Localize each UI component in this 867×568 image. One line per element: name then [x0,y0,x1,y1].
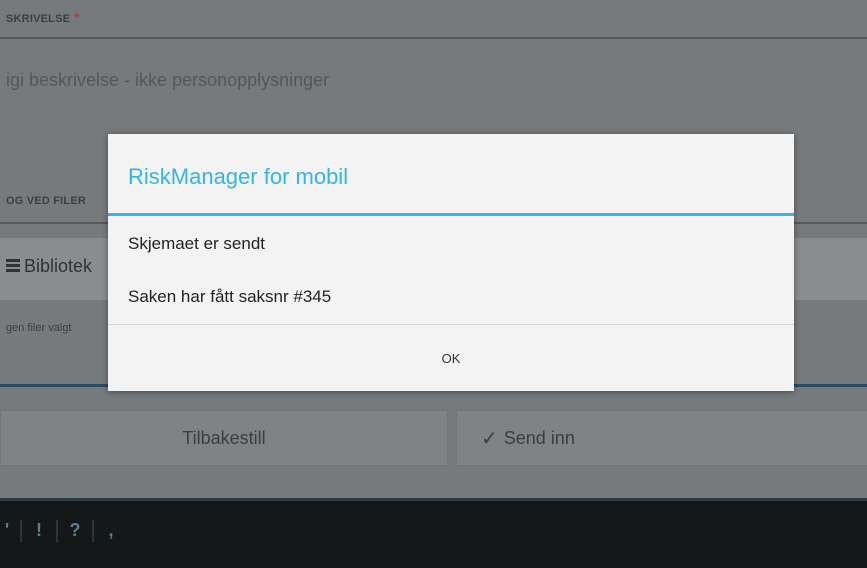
description-section-label: SKRIVELSE * [6,10,79,25]
keyboard-separator [56,520,58,542]
description-input[interactable]: igi beskrivelse - ikke personopplysninge… [6,70,329,91]
keyboard-symbol-row: ' ! ? , [0,520,122,542]
reset-button-label: Tilbakestill [182,427,266,448]
soft-keyboard [0,498,867,568]
keyboard-top-strip [0,498,867,501]
menu-icon [6,259,20,273]
library-label-text: Bibliotek [24,256,93,276]
ok-button[interactable]: OK [108,325,794,391]
attach-section-label: OG VED FILER [6,195,87,207]
dialog-message-line2: Saken har fått saksnr #345 [128,287,332,306]
keyboard-separator [92,520,94,542]
send-button[interactable]: ✓ Send inn [456,410,867,466]
dialog-message-line1: Skjemaet er sendt [128,234,266,253]
description-underline [0,37,867,39]
keyboard-key-exclamation[interactable]: ! [28,520,50,542]
keyboard-key-apostrophe[interactable]: ' [0,520,14,542]
keyboard-separator [20,520,22,542]
no-files-text: gen filer valgt [6,322,72,334]
ok-button-label: OK [441,350,461,366]
dialog-title: RiskManager for mobil [128,164,349,189]
checkmark-icon: ✓ [481,427,498,450]
required-marker: * [74,10,80,25]
keyboard-key-comma[interactable]: , [100,520,122,542]
alert-dialog: RiskManager for mobil Skjemaet er sendt … [108,134,794,391]
reset-button[interactable]: Tilbakestill [0,410,448,466]
library-label: Bibliotek [6,256,92,277]
dialog-title-divider [108,213,794,216]
description-label-text: SKRIVELSE [6,13,71,25]
send-button-label: Send inn [503,427,575,448]
keyboard-key-question[interactable]: ? [64,520,86,542]
